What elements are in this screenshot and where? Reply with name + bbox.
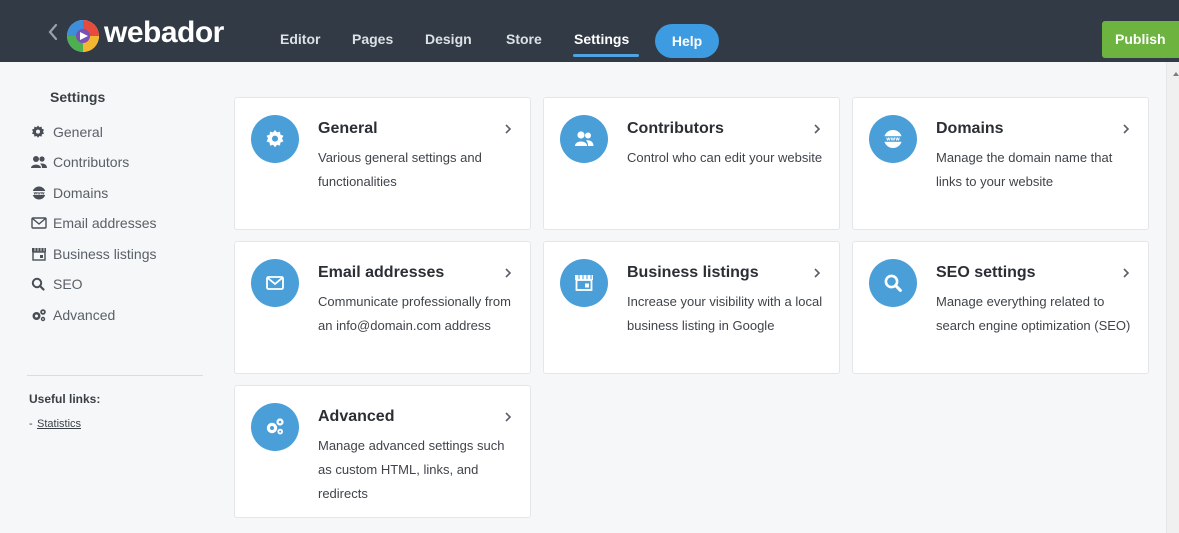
- useful-links-title: Useful links:: [29, 392, 101, 406]
- card-seo-settings[interactable]: SEO settings Manage everything related t…: [852, 241, 1149, 374]
- sidebar-title: Settings: [50, 89, 106, 105]
- card-icon-circle: [251, 259, 299, 307]
- useful-link-bullet: -: [29, 418, 33, 430]
- svg-text:www: www: [33, 190, 44, 195]
- gears-icon: [266, 418, 284, 435]
- active-nav-underline: [573, 54, 639, 57]
- card-icon-circle: [251, 403, 299, 451]
- card-icon-circle: [251, 115, 299, 163]
- chevron-right-icon: [814, 268, 821, 278]
- card-description: Manage advanced settings such as custom …: [318, 438, 505, 501]
- sidebar-divider: [27, 375, 203, 376]
- card-general[interactable]: General Various general settings and fun…: [234, 97, 531, 230]
- chevron-right-icon: [814, 124, 821, 134]
- scroll-up-arrow-icon[interactable]: [1173, 72, 1179, 76]
- help-button[interactable]: Help: [655, 24, 719, 58]
- card-business-listings[interactable]: Business listings Increase your visibili…: [543, 241, 840, 374]
- sidebar-item-business-listings[interactable]: Business listings: [31, 244, 157, 264]
- gears-icon: [31, 307, 47, 322]
- card-title: Contributors: [627, 120, 724, 137]
- envelope-icon: [31, 215, 47, 229]
- nav-pages[interactable]: Pages: [352, 30, 393, 48]
- www-icon: www: [883, 130, 903, 148]
- card-domains[interactable]: www Domains Manage the domain name that …: [852, 97, 1149, 230]
- gear-icon: [31, 124, 47, 138]
- card-icon-circle: [560, 115, 608, 163]
- chevron-right-icon: [505, 412, 512, 422]
- storefront-icon: [31, 246, 47, 261]
- sidebar-item-advanced[interactable]: Advanced: [31, 305, 115, 325]
- sidebar-item-label: SEO: [53, 276, 83, 292]
- sidebar-item-label: General: [53, 124, 103, 140]
- search-icon: [884, 274, 902, 292]
- statistics-link[interactable]: Statistics: [37, 418, 81, 430]
- nav-store[interactable]: Store: [506, 30, 542, 48]
- sidebar-item-general[interactable]: General: [31, 122, 103, 142]
- card-icon-circle: [869, 259, 917, 307]
- card-description: Various general settings and functionali…: [318, 150, 482, 189]
- sidebar-item-label: Domains: [53, 185, 109, 201]
- card-description: Manage everything related to search engi…: [936, 294, 1131, 333]
- back-chevron-icon[interactable]: [46, 21, 60, 43]
- card-description: Increase your visibility with a local bu…: [627, 294, 823, 333]
- sidebar-item-email-addresses[interactable]: Email addresses: [31, 213, 157, 233]
- publish-button[interactable]: Publish: [1102, 21, 1179, 58]
- chevron-right-icon: [1123, 124, 1130, 134]
- card-title: Business listings: [627, 264, 759, 281]
- card-icon-circle: www: [869, 115, 917, 163]
- card-email-addresses[interactable]: Email addresses Communicate professional…: [234, 241, 531, 374]
- envelope-icon: [266, 276, 284, 290]
- www-icon: www: [31, 185, 47, 200]
- svg-text:www: www: [886, 137, 900, 143]
- card-description: Manage the domain name that links to you…: [936, 150, 1113, 189]
- storefront-icon: [575, 275, 593, 291]
- sidebar-item-label: Advanced: [53, 307, 116, 323]
- card-description: Communicate professionally from an info@…: [318, 294, 511, 333]
- card-title: Domains: [936, 120, 1004, 137]
- chevron-right-icon: [1123, 268, 1130, 278]
- users-icon: [575, 131, 594, 146]
- card-description: Control who can edit your website: [627, 150, 823, 165]
- sidebar-item-domains[interactable]: www Domains: [31, 183, 108, 203]
- card-title: SEO settings: [936, 264, 1036, 281]
- chevron-right-icon: [505, 268, 512, 278]
- sidebar-item-label: Business listings: [53, 246, 157, 262]
- card-title: Advanced: [318, 408, 395, 425]
- card-title: Email addresses: [318, 264, 445, 281]
- scrollbar[interactable]: [1166, 62, 1179, 533]
- chevron-right-icon: [505, 124, 512, 134]
- logo-text[interactable]: webador: [104, 16, 224, 50]
- card-contributors[interactable]: Contributors Control who can edit your w…: [543, 97, 840, 230]
- users-icon: [31, 154, 47, 168]
- card-icon-circle: [560, 259, 608, 307]
- nav-settings[interactable]: Settings: [574, 30, 629, 48]
- card-title: General: [318, 120, 378, 137]
- nav-editor[interactable]: Editor: [280, 30, 320, 48]
- nav-design[interactable]: Design: [425, 30, 472, 48]
- gear-icon: [266, 130, 284, 148]
- webador-logo-icon[interactable]: [66, 19, 100, 53]
- sidebar-item-label: Contributors: [53, 154, 130, 170]
- card-advanced[interactable]: Advanced Manage advanced settings such a…: [234, 385, 531, 518]
- sidebar-item-label: Email addresses: [53, 215, 157, 231]
- top-bar: webador Editor Pages Design Store Settin…: [0, 0, 1179, 62]
- sidebar-item-contributors[interactable]: Contributors: [31, 152, 129, 172]
- sidebar-item-seo[interactable]: SEO: [31, 274, 83, 294]
- search-icon: [31, 276, 47, 291]
